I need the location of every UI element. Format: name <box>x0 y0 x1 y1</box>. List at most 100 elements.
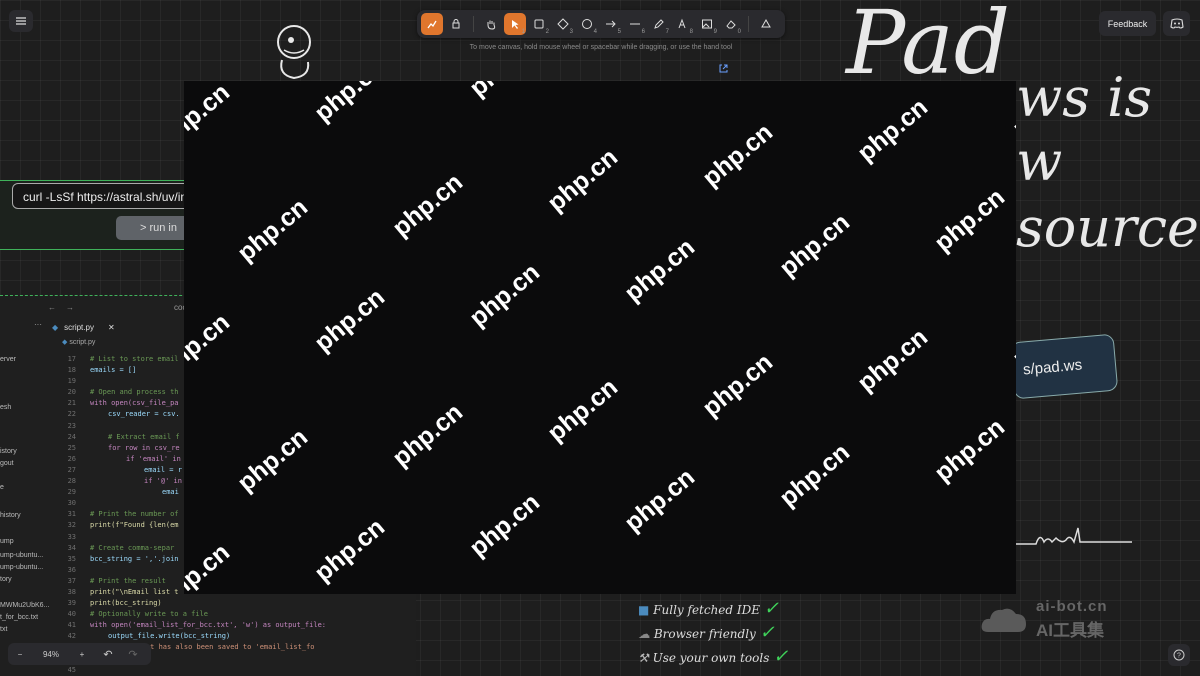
close-tab-icon[interactable]: ✕ <box>108 323 115 332</box>
line-number: 39 <box>67 599 76 608</box>
sidebar-file-item[interactable]: ump-ubuntu... <box>0 552 43 559</box>
watermark-text: php.cn <box>929 183 1011 258</box>
code-text: bcc_string = ','.join <box>90 554 179 563</box>
line-number: 35 <box>67 554 76 563</box>
ellipse-icon <box>582 19 592 29</box>
sidebar-file-item[interactable]: txt <box>0 626 7 633</box>
code-text: if '@' in <box>144 477 182 486</box>
watermark-text: php.cn <box>184 538 236 594</box>
pencil-icon <box>654 19 664 29</box>
toolbar-draw-button[interactable]: 7 <box>648 13 670 35</box>
code-text: # Optionally write to a file <box>90 610 209 619</box>
feature-label: Browser friendly <box>653 627 756 641</box>
feature-item: ⚒ Use your own tools ✓ <box>638 646 788 667</box>
tab-script-py[interactable]: script.py <box>64 323 94 332</box>
editor-tab-bar: ◆ script.py ✕ <box>52 320 115 334</box>
feature-item: ☁ Browser friendly ✓ <box>638 622 775 643</box>
toolbar-line-button[interactable]: 6 <box>624 13 646 35</box>
ai-bot-logo-watermark: ai-bot.cn AI工具集 <box>980 598 1140 640</box>
zoom-level[interactable]: 94% <box>32 650 70 659</box>
sidebar-file-item[interactable]: esh <box>0 404 11 411</box>
watermark-text: php.cn <box>542 373 624 448</box>
toolbar-eraser-button[interactable]: 0 <box>720 13 742 35</box>
sidebar-file-item[interactable]: istory <box>0 448 17 455</box>
code-text: # Open and process th <box>90 388 179 397</box>
toolbar-select-button[interactable]: 1 <box>504 13 526 35</box>
external-link-icon[interactable] <box>719 64 728 73</box>
code-line: 41 with open('email_list_for_bcc.txt', 'w… <box>60 620 326 631</box>
line-number: 34 <box>67 543 76 552</box>
watermark-text: php.cn <box>929 413 1011 488</box>
eraser-shortcut-key: 0 <box>737 29 741 35</box>
toolbar-image-button[interactable]: 9 <box>696 13 718 35</box>
line-number: 33 <box>67 532 76 541</box>
code-text: # List to store email <box>90 355 179 363</box>
toolbar-hand-button[interactable] <box>480 13 502 35</box>
breadcrumb-file[interactable]: script.py <box>69 339 95 346</box>
line-icon <box>630 23 640 25</box>
ellipse-shortcut-key: 4 <box>593 29 597 35</box>
arrow-icon <box>606 20 616 28</box>
watermark-text: php.cn <box>1007 298 1016 373</box>
sidebar-file-item[interactable]: tory <box>0 576 12 583</box>
discord-button[interactable] <box>1163 11 1190 36</box>
code-line: 40 # Optionally write to a file <box>60 609 326 620</box>
sidebar-file-item[interactable]: e <box>0 484 4 491</box>
feedback-button[interactable]: Feedback <box>1099 11 1156 36</box>
toolbar-diamond-button[interactable]: 3 <box>552 13 574 35</box>
image-shortcut-key: 9 <box>713 29 717 35</box>
forward-arrow-icon[interactable]: → <box>66 303 74 312</box>
zoom-in-button[interactable]: + <box>70 650 94 659</box>
toolbar-text-button[interactable]: 8 <box>672 13 694 35</box>
toolbar-arrow-button[interactable]: 5 <box>600 13 622 35</box>
toolbar-ellipse-button[interactable]: 4 <box>576 13 598 35</box>
toolbar-extra-tools-button[interactable] <box>755 13 777 35</box>
toolbar-pen-mode-button[interactable] <box>421 13 443 35</box>
cloud-logo-icon <box>981 608 1026 632</box>
main-menu-button[interactable] <box>9 10 33 32</box>
watermark-text: php.cn <box>387 398 469 473</box>
line-number: 30 <box>67 499 76 508</box>
code-text: # Print the result <box>90 576 166 585</box>
sidebar-file-item[interactable]: ump <box>0 538 14 545</box>
watermark-text: php.cn <box>542 143 624 218</box>
redo-button[interactable]: ↷ <box>122 648 144 661</box>
lock-icon <box>452 19 460 29</box>
back-arrow-icon[interactable]: ← <box>48 303 56 312</box>
repo-url-pill[interactable]: s/pad.ws <box>1009 333 1119 400</box>
watermark-text: php.cn <box>309 283 391 358</box>
sidebar-file-item[interactable]: erver <box>0 356 16 363</box>
sidebar-file-item[interactable]: gout <box>0 460 14 467</box>
line-number: 31 <box>67 510 76 519</box>
diamond-shortcut-key: 3 <box>569 29 573 35</box>
line-number: 21 <box>67 399 76 408</box>
eraser-icon <box>726 20 736 29</box>
pad-heading-handwriting: Pad <box>846 0 1011 94</box>
explorer-more-icon[interactable]: ··· <box>34 320 42 329</box>
drawing-toolbar: 1 2 3 4 5 6 7 8 9 0 <box>417 10 785 38</box>
sidebar-file-item[interactable]: t_for_bcc.txt <box>0 614 38 621</box>
install-command-field[interactable]: curl -LsSf https://astral.sh/uv/in <box>12 183 212 209</box>
code-text: emails = [] <box>90 366 137 375</box>
toolbar-lock-button[interactable] <box>445 13 467 35</box>
undo-button[interactable]: ↶ <box>94 648 122 661</box>
watermark-text: php.cn <box>619 463 701 538</box>
draw-shortcut-key: 7 <box>665 29 669 35</box>
line-number: 27 <box>67 465 76 474</box>
sidebar-file-item[interactable]: ump-ubuntu... <box>0 564 43 571</box>
code-line: 45 <box>60 665 326 676</box>
pen-mode-icon <box>427 20 437 29</box>
watermark-text: php.cn <box>774 208 856 283</box>
image-overlay-panel: php.cn php.cn php.cn php.cn php.cn php.cn php.… <box>184 81 1016 594</box>
line-number: 32 <box>67 521 76 530</box>
help-button[interactable]: ? <box>1168 644 1190 666</box>
toolbar-rectangle-button[interactable]: 2 <box>528 13 550 35</box>
line-number: 25 <box>67 443 76 452</box>
sidebar-file-item[interactable]: history <box>0 512 21 519</box>
sidebar-file-item[interactable]: MWMu2UbK6... <box>0 602 49 609</box>
line-number: 38 <box>67 587 76 596</box>
zoom-out-button[interactable]: − <box>8 650 32 659</box>
shapes-icon <box>761 18 771 28</box>
line-number: 18 <box>67 366 76 375</box>
watermark-text: php.cn <box>464 488 546 563</box>
